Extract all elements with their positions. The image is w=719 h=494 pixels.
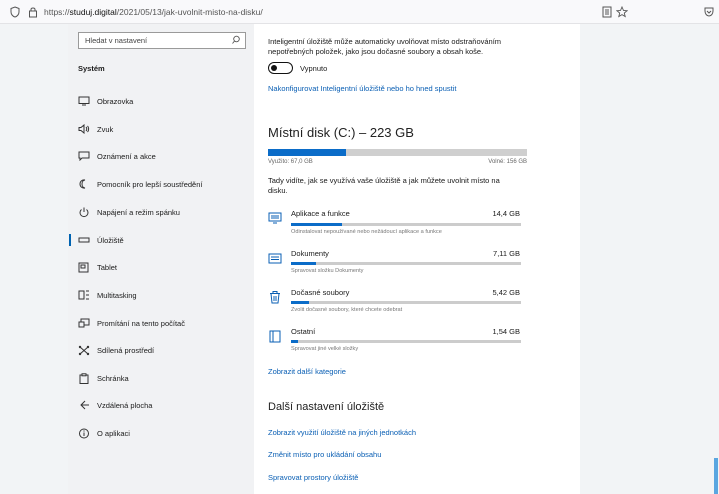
sidebar-item-o-aplikaci[interactable]: O aplikaci: [78, 425, 248, 441]
other-icon: [268, 329, 282, 343]
toggle-knob: [271, 65, 277, 71]
scrollbar-thumb[interactable]: [714, 458, 718, 494]
trash-icon: [268, 290, 282, 304]
sidebar-item-soustredeni[interactable]: Pomocník pro lepší soustředění: [78, 176, 248, 192]
reader-view-icon[interactable]: [600, 5, 614, 19]
sidebar-item-schranka[interactable]: Schránka: [78, 370, 248, 386]
toggle-state-label: Vypnuto: [300, 64, 328, 73]
category-usage-bar: [291, 262, 521, 265]
power-icon: [78, 206, 90, 218]
sidebar-item-oznameni[interactable]: Oznámení a akce: [78, 148, 248, 164]
category-description: Spravovat jiné velké složky: [291, 346, 359, 352]
projecting-icon: [78, 317, 90, 329]
category-usage-fill: [291, 223, 342, 226]
sidebar-item-label: Pomocník pro lepší soustředění: [97, 179, 203, 189]
storage-sense-intro-line2: nepotřebných položek, jako jsou dočasné …: [268, 47, 484, 56]
category-name: Ostatní: [291, 327, 316, 336]
sidebar-item-label: Napájení a režim spánku: [97, 207, 180, 217]
sidebar-item-uloziste[interactable]: Úložiště: [69, 232, 248, 248]
show-more-categories-link[interactable]: Zobrazit další kategorie: [268, 367, 346, 376]
moon-icon: [78, 178, 90, 190]
url-scheme: https://: [44, 7, 70, 17]
category-usage-fill: [291, 340, 298, 343]
disk-used-label: Využito: 67,0 GB: [268, 159, 313, 165]
disk-usage-fill: [268, 149, 346, 156]
clipboard-icon: [78, 372, 90, 384]
configure-storage-sense-link[interactable]: Nakonfigurovat Inteligentní úložiště neb…: [268, 84, 456, 93]
category-size: 1,54 GB: [492, 327, 520, 336]
storage-sense-intro-line1: Inteligentní úložiště může automaticky u…: [268, 37, 502, 46]
settings-search-input[interactable]: Hledat v nastavení: [78, 32, 246, 49]
sidebar-item-label: Promítání na tento počítač: [97, 318, 185, 328]
settings-main-panel: [254, 24, 580, 494]
change-save-location-link[interactable]: Změnit místo pro ukládání obsahu: [268, 450, 381, 459]
sidebar-item-obrazovka[interactable]: Obrazovka: [78, 93, 248, 109]
sidebar-item-label: Sdílená prostředí: [97, 345, 155, 355]
sidebar-item-vzdalena-plocha[interactable]: Vzdálená plocha: [78, 397, 248, 413]
search-placeholder: Hledat v nastavení: [85, 36, 148, 45]
sidebar-item-label: Tablet: [97, 262, 118, 272]
monitor-icon: [78, 95, 90, 107]
shield-icon[interactable]: [8, 5, 22, 19]
sidebar-item-label: Oznámení a akce: [97, 151, 156, 161]
storage-sense-toggle[interactable]: [268, 62, 293, 74]
category-description: Odinstalovat nepoužívané nebo nežádoucí …: [291, 229, 442, 235]
sidebar-item-multitasking[interactable]: Multitasking: [78, 287, 248, 303]
tablet-icon: [78, 261, 90, 273]
shared-icon: [78, 344, 90, 356]
sidebar-section-title: Systém: [78, 64, 105, 73]
search-icon: [231, 35, 241, 47]
multitasking-icon: [78, 289, 90, 301]
category-size: 7,11 GB: [493, 249, 520, 258]
category-usage-fill: [291, 262, 317, 265]
sidebar-item-sdilena[interactable]: Sdílená prostředí: [78, 342, 248, 358]
category-usage-fill: [291, 301, 310, 304]
sidebar-item-label: Multitasking: [97, 290, 137, 300]
sidebar-item-label: Schránka: [97, 373, 129, 383]
category-size: 5,42 GB: [492, 288, 520, 297]
disk-free-label: Volné: 156 GB: [488, 159, 527, 165]
category-usage-bar: [291, 301, 521, 304]
sidebar-item-promitani[interactable]: Promítání na tento počítač: [78, 315, 248, 331]
disk-title: Místní disk (C:) – 223 GB: [268, 125, 414, 140]
manage-storage-spaces-link[interactable]: Spravovat prostory úložiště: [268, 473, 358, 482]
url-text[interactable]: https://studuj.digital/2021/05/13/jak-uv…: [44, 7, 263, 17]
category-usage-bar: [291, 223, 521, 226]
url-path: /2021/05/13/jak-uvolnit-misto-na-disku/: [116, 7, 263, 17]
sidebar-item-napajeni[interactable]: Napájení a režim spánku: [78, 204, 248, 220]
sidebar-item-tablet[interactable]: Tablet: [78, 259, 248, 275]
pocket-icon[interactable]: [702, 5, 716, 19]
sidebar-item-label: Úložiště: [97, 235, 124, 245]
sidebar-item-label: Obrazovka: [97, 96, 134, 106]
category-name: Dokumenty: [291, 249, 329, 258]
usage-description-line1: Tady vidíte, jak se využívá vaše úložišt…: [268, 176, 500, 185]
documents-icon: [268, 251, 282, 265]
apps-icon: [268, 211, 282, 225]
sidebar-item-label: O aplikaci: [97, 428, 130, 438]
storage-icon: [78, 234, 90, 246]
category-size: 14,4 GB: [492, 209, 520, 218]
category-usage-bar: [291, 340, 521, 343]
notification-icon: [78, 150, 90, 162]
category-name: Aplikace a funkce: [291, 209, 350, 218]
more-storage-settings-title: Další nastavení úložiště: [268, 401, 385, 413]
url-host: studuj.digital: [69, 7, 117, 17]
sidebar-item-label: Zvuk: [97, 124, 114, 134]
category-description: Spravovat složku Dokumenty: [291, 268, 364, 274]
sidebar-item-label: Vzdálená plocha: [97, 400, 153, 410]
category-description: Zvolit dočasné soubory, které chcete ode…: [291, 307, 403, 313]
category-name: Dočasné soubory: [291, 288, 350, 297]
browser-address-bar: https://studuj.digital/2021/05/13/jak-uv…: [0, 0, 719, 24]
info-icon: [78, 427, 90, 439]
speaker-icon: [78, 123, 90, 135]
sidebar-item-zvuk[interactable]: Zvuk: [78, 121, 248, 137]
remote-icon: [78, 399, 90, 411]
bookmark-star-icon[interactable]: [615, 5, 629, 19]
usage-description-line2: disku.: [268, 186, 288, 195]
disk-usage-bar: [268, 149, 527, 156]
lock-icon[interactable]: [26, 5, 40, 19]
other-drives-usage-link[interactable]: Zobrazit využití úložiště na jiných jedn…: [268, 428, 416, 437]
